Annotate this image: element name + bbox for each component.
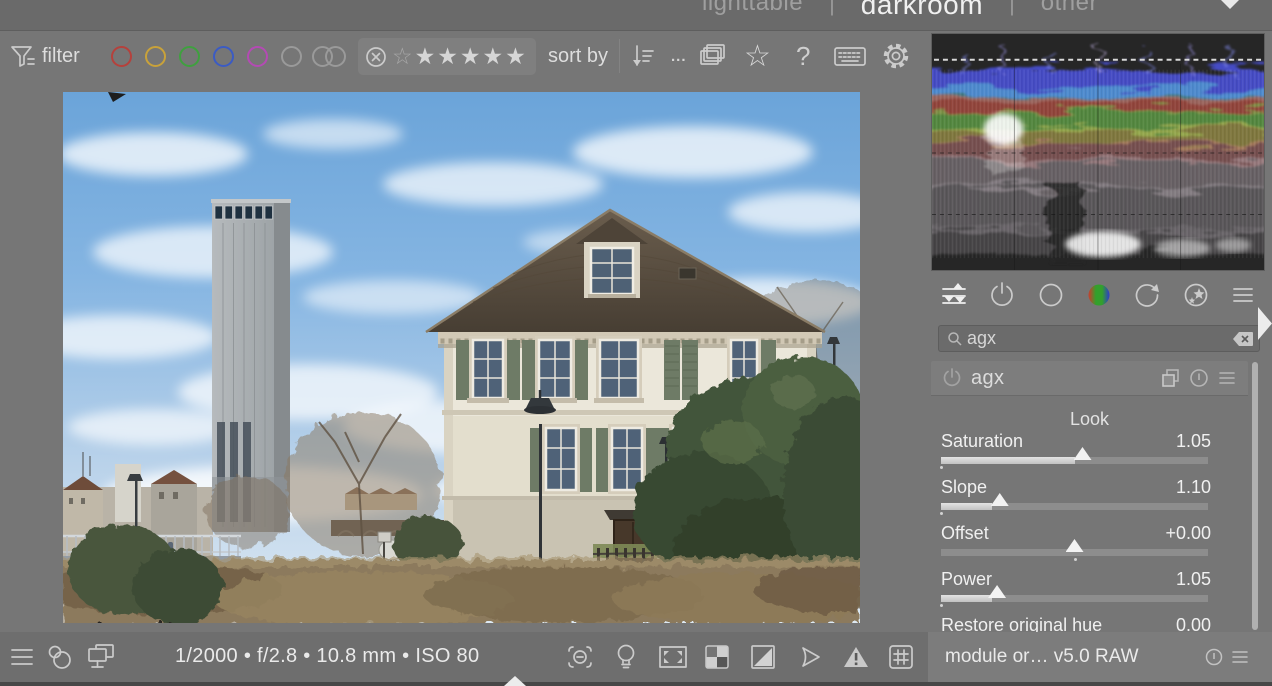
slider-label: Restore original hue (941, 615, 1102, 632)
module-order-reset-icon[interactable] (1204, 647, 1224, 667)
filter-funnel-icon[interactable] (8, 30, 38, 82)
guides-grid-icon[interactable] (886, 643, 916, 676)
histogram-waveform[interactable] (931, 33, 1265, 271)
toolbar-separator (619, 39, 620, 73)
star-icon[interactable]: ★ (415, 45, 436, 68)
help-icon[interactable]: ? (796, 30, 810, 82)
module-group-tabs (933, 280, 1263, 314)
gamut-check-icon[interactable] (841, 643, 871, 676)
view-switcher-bar: lighttable | darkroom | other (0, 0, 1272, 31)
star-icon[interactable]: ★ (460, 45, 481, 68)
grouping-icon[interactable] (698, 30, 728, 82)
sort-order-icon[interactable] (628, 30, 656, 82)
module-header-agx[interactable]: agx (931, 361, 1248, 396)
tab-separator: | (829, 0, 835, 17)
rating-filter: ☆ ★ ★ ★ ★ ★ (358, 38, 536, 75)
basic-group-power-icon[interactable] (987, 280, 1017, 315)
reset-module-icon[interactable] (1188, 367, 1210, 389)
section-look: Look (931, 409, 1248, 430)
tab-other[interactable]: other (1041, 0, 1098, 17)
color-label-green[interactable] (179, 30, 200, 82)
color-label-purple[interactable] (247, 30, 268, 82)
filter-label: filter (42, 30, 80, 82)
slider-label: Offset (941, 523, 989, 545)
slider-label: Power (941, 569, 992, 591)
photo-canvas[interactable] (63, 92, 860, 623)
slider-slope[interactable]: Slope 1.10 (941, 477, 1211, 521)
clear-search-icon[interactable] (1233, 332, 1253, 346)
module-order-label[interactable]: module or… v5.0 RAW (945, 646, 1139, 668)
module-body-agx: Look Saturation 1.05 Slope 1.10 (931, 395, 1248, 632)
bottom-toolbar: 1/2000 • f/2.8 • 10.8 mm • ISO 80 (0, 632, 1272, 682)
exif-info: 1/2000 • f/2.8 • 10.8 mm • ISO 80 (175, 645, 479, 668)
module-title: agx (971, 367, 1004, 390)
raw-overexposed-icon[interactable] (702, 643, 732, 676)
star-icon[interactable]: ★ (483, 45, 504, 68)
window-bottom-strip (0, 682, 1272, 686)
color-label-yellow[interactable] (145, 30, 166, 82)
module-presets-icon[interactable] (1216, 367, 1238, 389)
slider-value[interactable]: 1.05 (1176, 569, 1211, 591)
second-window-icon[interactable] (84, 642, 118, 677)
slider-restore-original-hue[interactable]: Restore original hue 0.00 (941, 615, 1211, 632)
search-icon (947, 331, 963, 347)
overlays-star-icon[interactable]: ☆ (744, 30, 771, 82)
tab-lighttable[interactable]: lighttable (702, 0, 803, 17)
color-assessment-icon[interactable] (44, 642, 76, 677)
color-label-all-icon[interactable] (312, 30, 346, 82)
correct-group-icon[interactable] (1132, 280, 1162, 315)
panel-scrollbar[interactable] (1252, 362, 1258, 630)
module-search[interactable] (938, 325, 1260, 352)
module-power-icon[interactable] (941, 367, 963, 389)
keyboard-shortcuts-icon[interactable] (833, 30, 867, 82)
multi-instance-icon[interactable] (1160, 367, 1182, 389)
tab-separator: | (1009, 0, 1015, 17)
slider-value[interactable]: +0.00 (1165, 523, 1211, 545)
slider-offset[interactable]: Offset +0.00 (941, 523, 1211, 567)
effects-group-icon[interactable] (1181, 280, 1211, 315)
slider-saturation[interactable]: Saturation 1.05 (941, 431, 1211, 475)
right-panel: agx Look Saturation 1.05 (931, 30, 1272, 632)
slider-value[interactable]: 0.00 (1176, 615, 1211, 632)
tone-group-icon[interactable] (1036, 280, 1066, 315)
slider-value[interactable]: 1.10 (1176, 477, 1211, 499)
star-threshold-icon[interactable]: ☆ (392, 45, 413, 68)
iso12646-lamp-icon[interactable] (612, 642, 640, 677)
slider-label: Slope (941, 477, 987, 499)
star-icon[interactable]: ★ (505, 45, 526, 68)
gear-icon[interactable] (881, 30, 911, 82)
chevron-down-icon[interactable] (1221, 0, 1239, 9)
darktable-window: lighttable | darkroom | other filter ☆ (0, 0, 1272, 686)
slider-value[interactable]: 1.05 (1176, 431, 1211, 453)
tab-darkroom[interactable]: darkroom (861, 0, 983, 21)
module-order-section: module or… v5.0 RAW (928, 632, 1272, 682)
search-input[interactable] (963, 328, 1233, 349)
color-label-blue[interactable] (213, 30, 234, 82)
slider-power[interactable]: Power 1.05 (941, 569, 1211, 613)
slider-label: Saturation (941, 431, 1023, 453)
view-tabs: lighttable | darkroom | other (702, 0, 1098, 21)
focus-peaking-icon[interactable] (565, 643, 595, 676)
color-label-red[interactable] (111, 30, 132, 82)
presets-menu-icon[interactable] (1229, 281, 1257, 314)
star-icon[interactable]: ★ (437, 45, 458, 68)
reject-icon[interactable] (364, 45, 388, 69)
hamburger-menu-icon[interactable] (8, 644, 36, 675)
active-modules-icon[interactable] (939, 280, 969, 315)
more-options[interactable]: ... (671, 30, 687, 82)
color-label-gray[interactable] (281, 30, 302, 82)
color-group-icon[interactable] (1084, 280, 1114, 315)
softproof-icon[interactable] (795, 643, 825, 676)
overexposed-icon[interactable] (748, 643, 778, 676)
fit-to-screen-icon[interactable] (657, 644, 689, 675)
module-order-presets-icon[interactable] (1230, 647, 1250, 667)
sort-by-label: sort by (548, 30, 608, 82)
